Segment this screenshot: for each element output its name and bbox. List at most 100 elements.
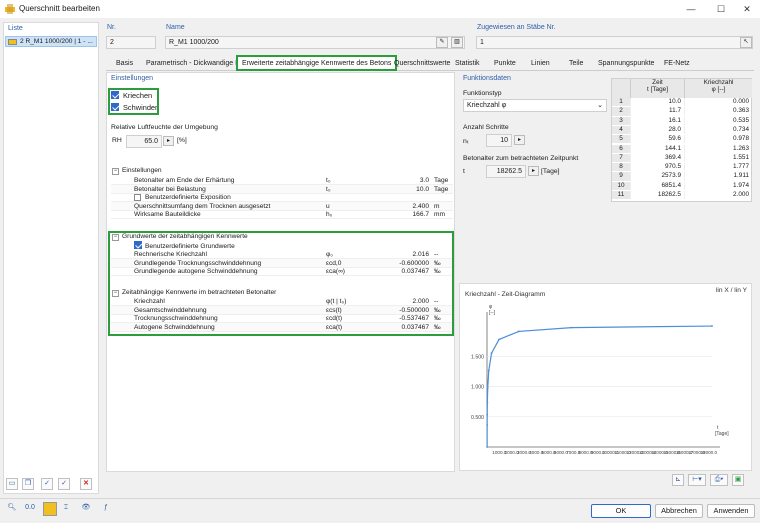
creep-data-point [490, 352, 493, 355]
tab-teile[interactable]: Teile [565, 58, 587, 70]
y-tick-label: 1.500 [471, 354, 484, 360]
kriechen-checkbox[interactable]: Kriechen [111, 91, 152, 101]
tab-statistik[interactable]: Statistik [451, 58, 484, 70]
tab-querschnittswerte[interactable]: Querschnittswerte [390, 58, 454, 70]
function-icon[interactable]: ƒ [100, 503, 112, 515]
age-stepper-icon[interactable]: ▸ [528, 166, 539, 176]
creep-cell[interactable]: 1.551 [684, 153, 749, 163]
section-icon[interactable]: ⌶ [60, 503, 72, 515]
check-icon[interactable]: ✓ [41, 478, 53, 490]
time-cell[interactable]: 28.0 [630, 125, 681, 135]
steps-input[interactable]: 10 [486, 134, 512, 147]
creep-cell[interactable]: 1.777 [684, 163, 749, 172]
select-members-icon[interactable]: ↖ [740, 37, 752, 48]
copy-icon[interactable]: ❐ [22, 478, 34, 490]
assigned-field[interactable]: 1 [476, 36, 753, 49]
age-input[interactable]: 18262.5 [486, 165, 526, 178]
row-value[interactable]: 166.7 [363, 211, 429, 220]
creep-cell[interactable]: 0.734 [684, 125, 749, 135]
row-number: 8 [612, 163, 630, 172]
time-cell[interactable]: 144.1 [630, 144, 681, 153]
time-cell[interactable]: 970.5 [630, 163, 681, 172]
list-panel: Liste 2 R_M1 1000/200 | 1 - ... [3, 22, 99, 494]
library-icon[interactable]: ▥ [451, 37, 463, 48]
row-value[interactable]: 0.037467 [363, 324, 429, 333]
time-cell[interactable]: 6851.4 [630, 181, 681, 190]
new-icon[interactable]: ▭ [6, 478, 18, 490]
tab-spannungspunkte[interactable]: Spannungspunkte [594, 58, 658, 70]
view-icon[interactable]: 👁︎ [80, 503, 92, 515]
creep-data-point [498, 338, 500, 341]
time-cell[interactable]: 11.7 [630, 107, 681, 116]
funktion-header: Funktionsdaten [463, 75, 511, 82]
row-value[interactable]: 0.037467 [363, 268, 429, 277]
creep-cell[interactable]: 1.974 [684, 181, 749, 190]
tab-erweiterte-kennwerte[interactable]: Erweiterte zeitabhängige Kennwerte des B… [236, 55, 398, 71]
time-cell[interactable]: 59.6 [630, 135, 681, 144]
edit-name-icon[interactable]: ✎ [436, 37, 448, 48]
col-creep-title: Kriechzahl [703, 79, 734, 86]
steps-stepper-icon[interactable]: ▸ [514, 135, 525, 145]
maximize-button[interactable]: ☐ [708, 2, 734, 16]
tab-punkte[interactable]: Punkte [490, 58, 520, 70]
time-cell[interactable]: 369.4 [630, 153, 681, 163]
tab-basis[interactable]: Basis [112, 58, 137, 70]
schwinden-checkbox[interactable]: Schwinden [111, 103, 159, 113]
time-cell[interactable]: 10.0 [630, 98, 681, 107]
collapse-icon[interactable]: − [112, 168, 119, 175]
x-axis-unit: [Tage] [715, 431, 729, 437]
creep-data-point [711, 325, 713, 327]
tab-parametrisch[interactable]: Parametrisch - Dickwandige I [142, 58, 241, 70]
creep-data-point [486, 401, 489, 404]
creep-cell[interactable]: 0.000 [684, 98, 749, 107]
funktionstyp-select[interactable]: Kriechzahl φ ⌄ [463, 99, 607, 112]
kriechen-check-icon [111, 91, 119, 99]
uncheck-icon[interactable]: ✓ [58, 478, 70, 490]
color-icon[interactable] [43, 502, 57, 516]
nr-field[interactable]: 2 [106, 36, 156, 49]
ok-button[interactable]: OK [591, 504, 651, 518]
minimize-button[interactable]: — [678, 2, 704, 16]
exposition-checkbox[interactable] [134, 194, 141, 202]
close-button[interactable]: ✕ [734, 2, 760, 16]
print-icon[interactable]: ⎙▾ [710, 474, 728, 486]
apply-button[interactable]: Anwenden [707, 504, 755, 518]
tab-linien[interactable]: Linien [527, 58, 554, 70]
rh-input[interactable]: 65.0 [126, 135, 162, 148]
time-cell[interactable]: 2573.9 [630, 172, 681, 181]
creep-cell[interactable]: 2.000 [684, 191, 749, 200]
window-title: Querschnitt bearbeiten [19, 4, 100, 13]
list-label: Liste [8, 25, 23, 32]
col-creep-header: Kriechzahl φ [--] [684, 79, 752, 98]
time-cell[interactable]: 18262.5 [630, 191, 681, 200]
col-time-title: Zeit [652, 79, 663, 86]
kriechen-label: Kriechen [123, 91, 153, 100]
collapse-icon[interactable]: − [112, 234, 119, 241]
chart-axes-icon[interactable]: ⊾ [672, 474, 684, 486]
custom-basic-values-checkbox[interactable]: Benutzerdefinierte Grundwerte [134, 241, 235, 251]
rh-stepper-icon[interactable]: ▸ [163, 136, 174, 146]
delete-icon[interactable]: ✕ [80, 478, 92, 490]
creep-cell[interactable]: 0.535 [684, 116, 749, 125]
creep-cell[interactable]: 0.363 [684, 107, 749, 116]
creep-cell[interactable]: 1.263 [684, 144, 749, 153]
row-symbol: εca(t) [326, 323, 343, 331]
row-symbol: εca(∞) [326, 268, 345, 276]
creep-cell[interactable]: 1.911 [684, 172, 749, 181]
magnifier-icon[interactable]: 🔍︎ [6, 503, 18, 515]
row-number: 3 [612, 116, 630, 125]
name-field[interactable]: R_M1 1000/200 [165, 36, 465, 49]
creep-cell[interactable]: 0.978 [684, 135, 749, 144]
age-symbol: t [463, 168, 465, 175]
tab-fe-netz[interactable]: FE-Netz [660, 58, 694, 70]
rh-symbol: RH [112, 137, 122, 144]
list-item[interactable]: 2 R_M1 1000/200 | 1 - ... [5, 36, 97, 47]
time-cell[interactable]: 16.1 [630, 116, 681, 125]
creep-data-point [486, 386, 489, 389]
age-label: Betonalter zum betrachteten Zeitpunkt [463, 155, 579, 162]
units-icon[interactable]: 0.0 [24, 503, 36, 515]
cancel-button[interactable]: Abbrechen [655, 504, 703, 518]
chart-grid-icon[interactable]: ⊢▾ [688, 474, 706, 486]
export-icon[interactable]: ▣ [732, 474, 744, 486]
collapse-icon[interactable]: − [112, 290, 119, 297]
